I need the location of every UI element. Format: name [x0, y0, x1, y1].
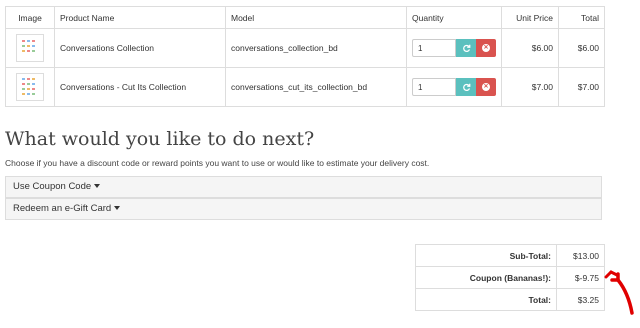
remove-button[interactable]: ✕ — [476, 78, 496, 96]
header-quantity: Quantity — [406, 6, 502, 29]
header-model: Model — [225, 6, 407, 29]
totals-row-coupon: Coupon (Bananas!): $-9.75 — [415, 266, 605, 289]
coupon-label: Coupon (Bananas!): — [415, 266, 557, 289]
subtotal-label: Sub-Total: — [415, 244, 557, 267]
product-thumbnail-icon[interactable] — [16, 34, 44, 62]
header-product-name: Product Name — [54, 6, 226, 29]
product-model: conversations_cut_its_collection_bd — [225, 67, 407, 107]
unit-price: $7.00 — [501, 67, 559, 107]
redeem-gift-card-toggle[interactable]: Redeem an e-Gift Card — [5, 198, 602, 220]
product-name[interactable]: Conversations Collection — [54, 28, 226, 68]
close-circle-icon: ✕ — [482, 44, 490, 52]
cart-table: Image Product Name Model Quantity Unit P… — [5, 6, 605, 107]
unit-price: $6.00 — [501, 28, 559, 68]
product-model: conversations_collection_bd — [225, 28, 407, 68]
next-steps-hint: Choose if you have a discount code or re… — [5, 158, 430, 168]
totals-table: Sub-Total: $13.00 Coupon (Bananas!): $-9… — [415, 244, 605, 311]
cart-row: Conversations Collection conversations_c… — [5, 28, 605, 68]
product-thumbnail-icon[interactable] — [16, 73, 44, 101]
gift-card-toggle-label: Redeem an e-Gift Card — [13, 203, 112, 214]
cart-header-row: Image Product Name Model Quantity Unit P… — [5, 6, 605, 29]
caret-down-icon — [94, 184, 101, 189]
row-total: $7.00 — [558, 67, 605, 107]
product-image-cell — [5, 67, 55, 107]
totals-row-total: Total: $3.25 — [415, 288, 605, 311]
next-steps-heading: What would you like to do next? — [5, 128, 315, 150]
quantity-input[interactable]: 1 — [412, 78, 456, 96]
subtotal-value: $13.00 — [556, 244, 605, 267]
product-image-cell — [5, 28, 55, 68]
coupon-value: $-9.75 — [556, 266, 605, 289]
quantity-cell: 1 ✕ — [406, 67, 502, 107]
annotation-arrow-icon — [604, 270, 634, 315]
refresh-icon — [462, 44, 470, 52]
update-button[interactable] — [456, 39, 476, 57]
update-button[interactable] — [456, 78, 476, 96]
refresh-icon — [462, 83, 470, 91]
quantity-cell: 1 ✕ — [406, 28, 502, 68]
remove-button[interactable]: ✕ — [476, 39, 496, 57]
coupon-toggle-label: Use Coupon Code — [13, 181, 92, 192]
total-value: $3.25 — [556, 288, 605, 311]
header-unit-price: Unit Price — [501, 6, 559, 29]
cart-row: Conversations - Cut Its Collection conve… — [5, 67, 605, 107]
product-name[interactable]: Conversations - Cut Its Collection — [54, 67, 226, 107]
row-total: $6.00 — [558, 28, 605, 68]
totals-row-subtotal: Sub-Total: $13.00 — [415, 244, 605, 267]
caret-down-icon — [114, 206, 121, 211]
use-coupon-code-toggle[interactable]: Use Coupon Code — [5, 176, 602, 198]
quantity-input[interactable]: 1 — [412, 39, 456, 57]
close-circle-icon: ✕ — [482, 83, 490, 91]
total-label: Total: — [415, 288, 557, 311]
header-total: Total — [558, 6, 605, 29]
header-image: Image — [5, 6, 55, 29]
